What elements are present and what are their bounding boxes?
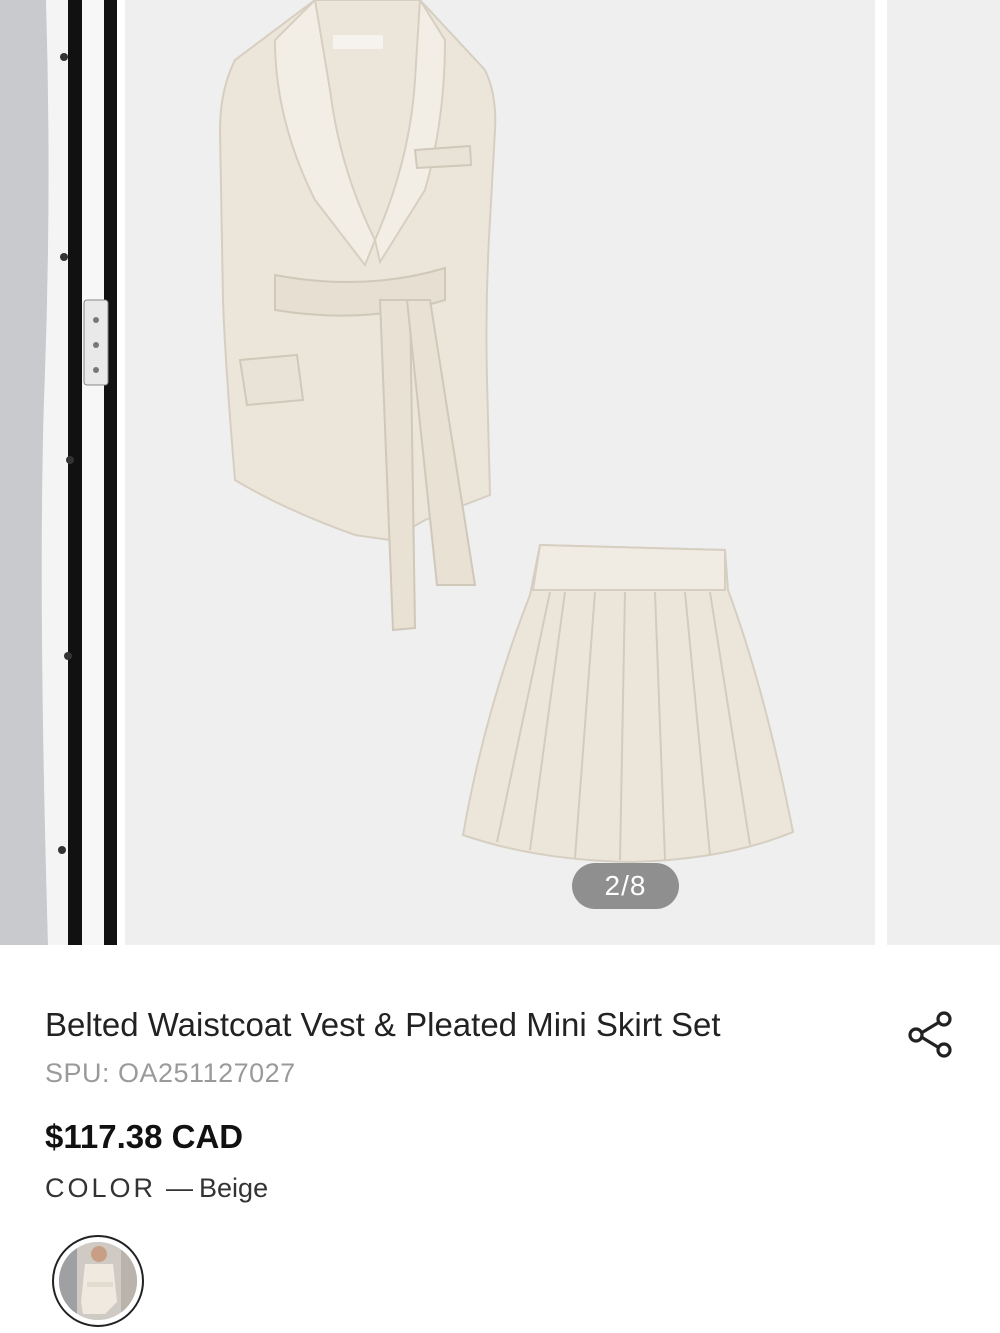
selected-color-value: Beige — [199, 1173, 269, 1203]
color-label: COLOR — [45, 1173, 157, 1203]
product-illustration — [125, 0, 875, 945]
share-icon — [908, 1011, 952, 1058]
image-counter: 2/8 — [572, 863, 679, 909]
product-spu: SPU: OA251127027 — [45, 1058, 296, 1088]
color-swatch-beige[interactable] — [52, 1235, 144, 1327]
product-image-gallery[interactable]: 2/8 — [0, 0, 1000, 945]
product-price: $117.38 CAD — [45, 1118, 244, 1155]
color-selection-row: COLOR — Beige — [45, 1173, 268, 1204]
next-slide-image[interactable] — [887, 0, 1000, 945]
current-slide-image[interactable]: 2/8 — [125, 0, 875, 945]
swatch-thumbnail — [59, 1242, 137, 1320]
share-button[interactable] — [906, 1008, 956, 1060]
color-separator: — — [166, 1173, 194, 1203]
product-title: Belted Waistcoat Vest & Pleated Mini Ski… — [45, 1006, 721, 1043]
previous-slide-image[interactable] — [0, 0, 117, 945]
